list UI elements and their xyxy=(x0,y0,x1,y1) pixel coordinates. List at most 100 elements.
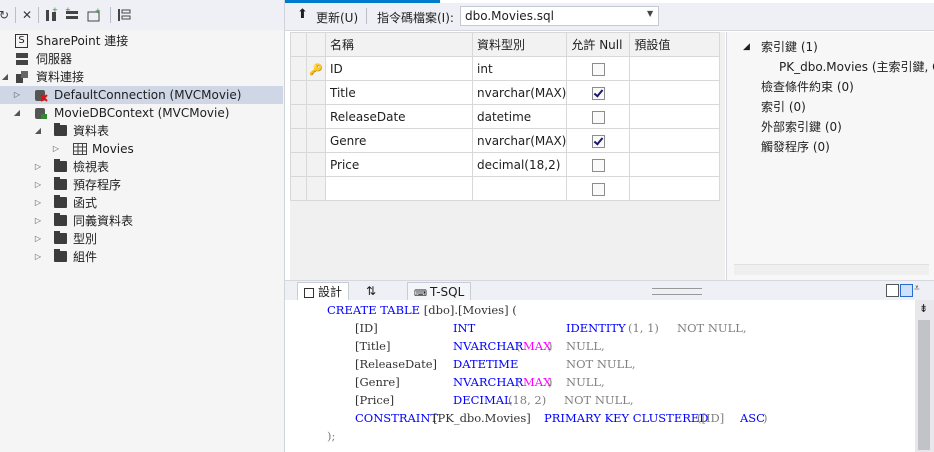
folder-icon xyxy=(54,213,67,226)
tree-item-label: 伺服器 xyxy=(36,52,73,66)
default-value-cell[interactable] xyxy=(629,176,721,201)
tab-design[interactable]: 設計 xyxy=(297,282,350,301)
connect-sharepoint-icon[interactable]: + xyxy=(86,7,102,23)
column-type-cell[interactable]: nvarchar(MAX) xyxy=(471,80,568,105)
collapse-pane-icon[interactable]: ⩡ xyxy=(914,283,920,294)
vertical-split-icon[interactable] xyxy=(886,284,899,297)
table-row[interactable] xyxy=(290,176,721,201)
chevron-right-icon[interactable]: ▷ xyxy=(33,230,43,248)
sql-paren: ) xyxy=(548,375,553,389)
column-header-name[interactable]: 名稱 xyxy=(325,32,473,57)
check-constraints-node[interactable]: 檢查條件約束 (0) xyxy=(761,78,854,96)
foreign-keys-node[interactable]: 外部索引鍵 (0) xyxy=(761,118,842,136)
column-type-cell[interactable]: nvarchar(MAX) xyxy=(471,128,568,153)
allow-null-checkbox[interactable] xyxy=(591,134,605,148)
column-name-cell[interactable]: ID xyxy=(325,56,473,81)
splitter-grip[interactable] xyxy=(652,288,702,295)
properties-horizontal-scrollbar[interactable] xyxy=(734,264,929,275)
sql-keyword: CREATE TABLE xyxy=(327,303,421,317)
indexes-node[interactable]: 索引 (0) xyxy=(761,98,806,116)
tree-item-synonyms[interactable]: ▷ 同義資料表 xyxy=(0,212,283,230)
tab-design-label: 設計 xyxy=(318,285,343,299)
tree-item-tables[interactable]: ◢ 資料表 xyxy=(0,122,283,140)
allow-null-checkbox[interactable] xyxy=(591,62,605,76)
update-button[interactable]: 更新(U) xyxy=(316,9,358,26)
tree-item-functions[interactable]: ▷ 函式 xyxy=(0,194,283,212)
tree-item-label: DefaultConnection (MVCMovie) xyxy=(54,88,242,102)
tab-tsql[interactable]: ⌨ T-SQL xyxy=(407,282,472,301)
chevron-down-icon[interactable]: ◢ xyxy=(743,38,750,56)
editor-vertical-scrollbar[interactable]: ⇟ xyxy=(915,300,934,452)
properties-icon[interactable] xyxy=(116,7,132,23)
default-value-cell[interactable] xyxy=(629,152,721,177)
column-header-type[interactable]: 資料型別 xyxy=(471,32,568,57)
table-row[interactable]: 🔑 ID int xyxy=(290,56,721,81)
tree-item-label: 組件 xyxy=(73,250,98,264)
script-file-dropdown[interactable]: dbo.Movies.sql ▼ xyxy=(460,6,659,26)
tree-item-data-connections[interactable]: ◢ 資料連接 xyxy=(0,68,283,86)
connect-database-icon[interactable]: + xyxy=(43,6,59,23)
column-type-cell[interactable]: decimal(18,2) xyxy=(471,152,568,177)
split-editor-icon[interactable]: ⇟ xyxy=(919,302,928,315)
table-row[interactable]: Price decimal(18,2) xyxy=(290,152,721,177)
column-name-cell[interactable]: Genre xyxy=(325,128,473,153)
chevron-right-icon[interactable]: ▷ xyxy=(51,140,61,158)
allow-null-cell xyxy=(566,128,631,153)
swap-panes-button[interactable]: ⇅ xyxy=(360,282,382,300)
column-type-cell[interactable] xyxy=(471,176,568,201)
column-header-default[interactable]: 預設值 xyxy=(629,32,721,57)
tree-item-assemblies[interactable]: ▷ 組件 xyxy=(0,248,283,266)
tree-item-sharepoint[interactable]: S SharePoint 連接 xyxy=(0,32,283,50)
tree-item-movies-table[interactable]: ▷ Movies xyxy=(0,140,283,158)
tree-item-default-connection[interactable]: ▷ DefaultConnection (MVCMovie) xyxy=(0,86,283,104)
column-type-cell[interactable]: int xyxy=(471,56,568,81)
primary-key-icon: 🔑 xyxy=(309,62,323,76)
chevron-down-icon[interactable]: ▼ xyxy=(647,9,653,18)
chevron-right-icon[interactable]: ▷ xyxy=(12,86,22,104)
disconnected-database-icon xyxy=(34,88,48,102)
tree-item-label: 預存程序 xyxy=(73,178,122,192)
tree-item-types[interactable]: ▷ 型別 xyxy=(0,230,283,248)
horizontal-split-icon[interactable] xyxy=(900,284,913,297)
default-value-cell[interactable] xyxy=(629,80,721,105)
tab-tsql-label: T-SQL xyxy=(430,285,465,299)
chevron-right-icon[interactable]: ▷ xyxy=(33,158,43,176)
column-name-cell[interactable]: Title xyxy=(325,80,473,105)
connect-server-icon[interactable]: + xyxy=(64,6,80,23)
tree-item-views[interactable]: ▷ 檢視表 xyxy=(0,158,283,176)
folder-icon xyxy=(54,195,67,208)
allow-null-checkbox[interactable] xyxy=(591,158,605,172)
chevron-down-icon[interactable]: ◢ xyxy=(0,68,10,86)
chevron-right-icon[interactable]: ▷ xyxy=(33,176,43,194)
column-name-cell[interactable] xyxy=(325,176,473,201)
tree-item-moviedbcontext[interactable]: ◢ MovieDBContext (MVCMovie) xyxy=(0,104,283,122)
triggers-node[interactable]: 觸發程序 (0) xyxy=(761,138,830,156)
stop-icon[interactable]: ✕ xyxy=(19,7,35,23)
keys-node[interactable]: 索引鍵 (1) xyxy=(761,38,818,56)
chevron-down-icon[interactable]: ◢ xyxy=(33,122,43,140)
chevron-right-icon[interactable]: ▷ xyxy=(33,248,43,266)
column-header-allow-null[interactable]: 允許 Null xyxy=(566,32,631,57)
table-row[interactable]: Genre nvarchar(MAX) xyxy=(290,128,721,153)
default-value-cell[interactable] xyxy=(629,104,721,129)
table-row[interactable]: ReleaseDate datetime xyxy=(290,104,721,129)
column-name-cell[interactable]: ReleaseDate xyxy=(325,104,473,129)
chevron-right-icon[interactable]: ▷ xyxy=(33,212,43,230)
primary-key-node[interactable]: PK_dbo.Movies (主索引鍵, C xyxy=(779,58,934,76)
chevron-right-icon[interactable]: ▷ xyxy=(33,194,43,212)
chevron-down-icon[interactable]: ◢ xyxy=(12,104,22,122)
allow-null-checkbox[interactable] xyxy=(591,182,605,196)
default-value-cell[interactable] xyxy=(629,56,721,81)
tree-item-stored-procedures[interactable]: ▷ 預存程序 xyxy=(0,176,283,194)
refresh-icon[interactable]: ↻ xyxy=(0,7,12,23)
allow-null-checkbox[interactable] xyxy=(591,110,605,124)
column-type-cell[interactable]: datetime xyxy=(471,104,568,129)
toolbar-separator xyxy=(15,7,16,23)
scrollbar-thumb[interactable] xyxy=(918,320,930,450)
table-row[interactable]: Title nvarchar(MAX) xyxy=(290,80,721,105)
row-header-cell xyxy=(290,80,307,105)
default-value-cell[interactable] xyxy=(629,128,721,153)
column-name-cell[interactable]: Price xyxy=(325,152,473,177)
allow-null-checkbox[interactable] xyxy=(591,86,605,100)
tree-item-servers[interactable]: 伺服器 xyxy=(0,50,283,68)
